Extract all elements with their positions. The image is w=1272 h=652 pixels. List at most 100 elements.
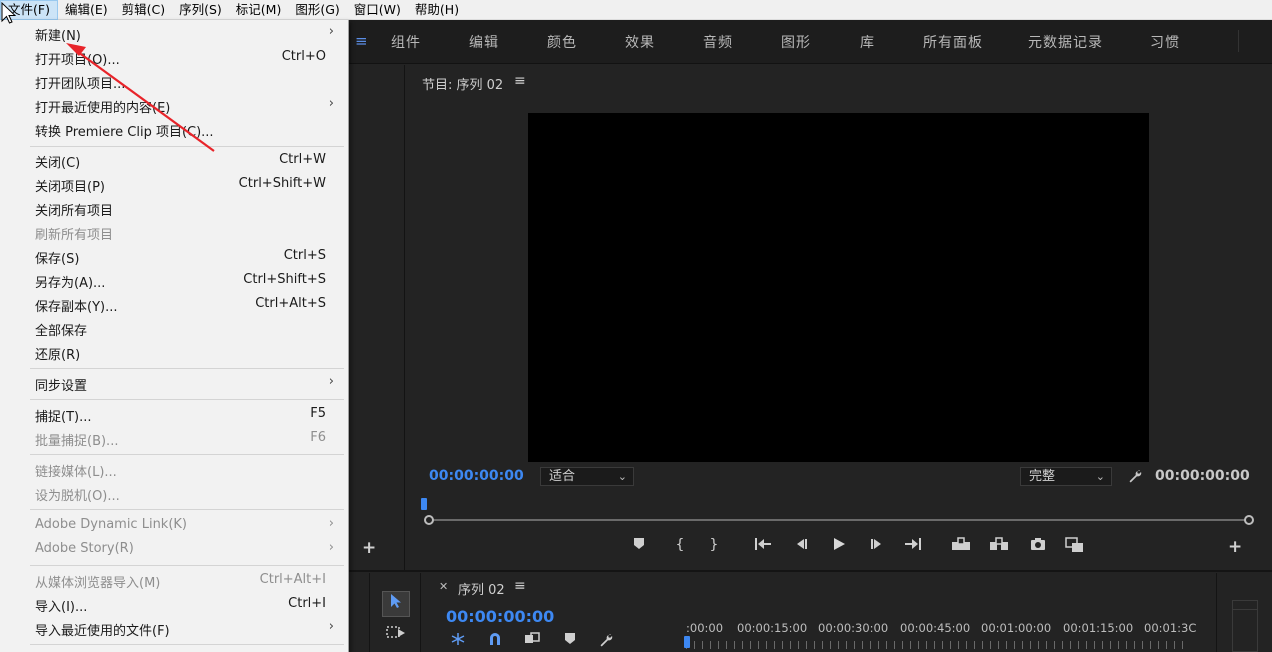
workspace-tab-editing[interactable]: 编辑 — [469, 32, 499, 52]
timeline-timecode[interactable]: 00:00:00:00 — [446, 607, 554, 626]
menu-help[interactable]: 帮助(H) — [408, 0, 466, 20]
zoom-scroll-bar[interactable] — [429, 519, 1249, 521]
workspace-tab-graphics[interactable]: 图形 — [781, 32, 811, 52]
menu-item-refresh-all-projects[interactable]: 刷新所有项目 — [0, 221, 346, 245]
zoom-level-select[interactable]: 适合 ⌄ — [540, 467, 634, 486]
add-icon[interactable]: + — [362, 538, 376, 558]
wrench-icon[interactable] — [1127, 468, 1143, 488]
chevron-right-icon: › — [328, 540, 334, 555]
settings-wrench-icon[interactable] — [598, 632, 614, 652]
close-icon[interactable]: ✕ — [439, 580, 448, 593]
menu-item-label: 打开团队项目... — [35, 77, 126, 92]
workspace-tab-all-panels[interactable]: 所有面板 — [923, 32, 983, 52]
menu-item-convert-clip[interactable]: 转换 Premiere Clip 项目(C)... — [0, 118, 346, 142]
menu-item-close-project[interactable]: 关闭项目(P) Ctrl+Shift+W — [0, 173, 346, 197]
menu-markers[interactable]: 标记(M) — [229, 0, 289, 20]
compare-icon[interactable] — [1064, 537, 1086, 557]
workspace-overflow-button[interactable] — [1238, 30, 1262, 52]
chevron-right-icon: › — [328, 374, 334, 389]
menu-item-save[interactable]: 保存(S) Ctrl+S — [0, 245, 346, 269]
snap-icon[interactable] — [488, 632, 502, 650]
timeline-playhead[interactable] — [684, 636, 690, 648]
menu-item-close-all-projects[interactable]: 关闭所有项目 — [0, 197, 346, 221]
menu-item-label: 打开项目(O)... — [35, 53, 120, 68]
menu-edit[interactable]: 编辑(E) — [58, 0, 115, 20]
linked-selection-icon[interactable] — [524, 632, 540, 650]
mark-in-icon[interactable]: { — [669, 537, 691, 553]
menu-item-adobe-story[interactable]: Adobe Story(R) › — [0, 538, 346, 562]
panel-menu-icon[interactable]: ≡ — [514, 73, 526, 89]
menu-item-dynamic-link[interactable]: Adobe Dynamic Link(K) › — [0, 514, 346, 538]
nest-sequence-icon[interactable] — [450, 632, 466, 650]
ruler-label: 00:00:45:00 — [900, 621, 971, 635]
zoom-handle-left[interactable] — [424, 515, 434, 525]
playback-resolution-select[interactable]: 完整 ⌄ — [1020, 467, 1112, 486]
menu-item-label: 从媒体浏览器导入(M) — [35, 576, 161, 591]
menu-item-save-copy[interactable]: 保存副本(Y)... Ctrl+Alt+S — [0, 293, 346, 317]
step-back-icon[interactable] — [790, 537, 812, 555]
go-to-in-icon[interactable] — [752, 537, 774, 555]
workspace-tab-effects[interactable]: 效果 — [625, 32, 655, 52]
time-ruler[interactable] — [686, 641, 1188, 649]
play-icon[interactable] — [828, 537, 850, 555]
premiere-pro-window: 文件(F) 编辑(E) 剪辑(C) 序列(S) 标记(M) 图形(G) 窗口(W… — [0, 0, 1272, 652]
menu-item-save-all[interactable]: 全部保存 — [0, 317, 346, 341]
menu-graphics[interactable]: 图形(G) — [288, 0, 346, 20]
marker-icon[interactable] — [628, 537, 650, 554]
menu-item-shortcut: Ctrl+Shift+S — [243, 272, 326, 287]
menu-item-label: 关闭(C) — [35, 156, 81, 171]
menu-item-batch-capture[interactable]: 批量捕捉(B)... F6 — [0, 427, 346, 451]
program-monitor-title[interactable]: 节目: 序列 02 — [422, 74, 503, 93]
menu-item-import[interactable]: 导入(I)... Ctrl+I — [0, 593, 346, 617]
video-preview[interactable] — [528, 113, 1149, 462]
playhead-marker[interactable] — [421, 498, 427, 510]
workspace-tab-assembly[interactable]: 组件 — [391, 32, 421, 52]
menu-item-import-from-browser[interactable]: 从媒体浏览器导入(M) Ctrl+Alt+I — [0, 569, 346, 593]
menu-item-open-recent[interactable]: 打开最近使用的内容(E) › — [0, 94, 346, 118]
hamburger-menu-icon[interactable]: ≡ — [355, 32, 368, 50]
menu-item-open-team-project[interactable]: 打开团队项目... — [0, 70, 346, 94]
menu-item-capture[interactable]: 捕捉(T)... F5 — [0, 403, 346, 427]
mark-out-icon[interactable]: } — [703, 537, 725, 553]
selection-tool-icon[interactable] — [382, 591, 410, 617]
export-frame-icon[interactable] — [1027, 537, 1049, 555]
file-menu-dropdown: 新建(N) › 打开项目(O)... Ctrl+O 打开团队项目... 打开最近使用… — [0, 20, 349, 652]
timeline-sequence-tab[interactable]: 序列 02 — [458, 579, 505, 598]
add-marker-icon[interactable] — [564, 632, 576, 649]
button-editor-add-icon[interactable]: + — [1228, 537, 1242, 557]
menu-item-close[interactable]: 关闭(C) Ctrl+W — [0, 149, 346, 173]
chevron-right-icon: › — [328, 516, 334, 531]
menu-item-revert[interactable]: 还原(R) — [0, 341, 346, 365]
menu-window[interactable]: 窗口(W) — [347, 0, 408, 20]
extract-icon[interactable] — [988, 537, 1010, 555]
menu-item-link-media[interactable]: 链接媒体(L)... — [0, 458, 346, 482]
ruler-label: 00:00:30:00 — [818, 621, 889, 635]
menu-item-label: 链接媒体(L)... — [35, 465, 117, 480]
workspace-bar: ≡ 组件 编辑 颜色 效果 音频 图形 库 所有面板 元数据记录 习惯 — [349, 20, 1272, 64]
menu-item-label: 转换 Premiere Clip 项目(C)... — [35, 125, 214, 140]
menu-item-label: 同步设置 — [35, 379, 88, 394]
workspace-tab-metadata-logging[interactable]: 元数据记录 — [1028, 32, 1103, 52]
lift-icon[interactable] — [950, 537, 972, 555]
workspace-tab-custom[interactable]: 习惯 — [1150, 32, 1180, 52]
workspace-tab-color[interactable]: 颜色 — [547, 32, 577, 52]
menu-item-shortcut: F5 — [310, 406, 326, 421]
menu-clip[interactable]: 剪辑(C) — [115, 0, 172, 20]
step-forward-icon[interactable] — [866, 537, 888, 555]
menu-item-open-project[interactable]: 打开项目(O)... Ctrl+O — [0, 46, 346, 70]
menu-item-make-offline[interactable]: 设为脱机(O)... — [0, 482, 346, 506]
track-select-tool-icon[interactable] — [386, 625, 408, 645]
menu-item-sync-settings[interactable]: 同步设置 › — [0, 372, 346, 396]
zoom-handle-right[interactable] — [1244, 515, 1254, 525]
panel-menu-icon[interactable]: ≡ — [514, 578, 526, 594]
workspace-tab-libraries[interactable]: 库 — [860, 32, 875, 52]
go-to-out-icon[interactable] — [902, 537, 924, 555]
menu-item-save-as[interactable]: 另存为(A)... Ctrl+Shift+S — [0, 269, 346, 293]
playhead-timecode[interactable]: 00:00:00:00 — [429, 468, 524, 484]
menu-item-import-recent[interactable]: 导入最近使用的文件(F) › — [0, 617, 346, 641]
menu-item-shortcut: Ctrl+O — [281, 49, 326, 64]
menu-item-new[interactable]: 新建(N) › — [0, 22, 346, 46]
menu-file[interactable]: 文件(F) — [0, 0, 58, 20]
menu-sequence[interactable]: 序列(S) — [172, 0, 229, 20]
workspace-tab-audio[interactable]: 音频 — [703, 32, 733, 52]
